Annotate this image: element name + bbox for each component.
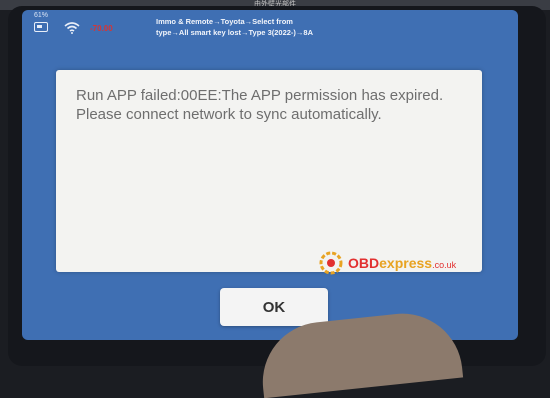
device-screen: 61% -70.00 Immo & Remote→Toyota→Select f…: [22, 10, 518, 340]
breadcrumb: Immo & Remote→Toyota→Select from type→Al…: [156, 16, 376, 38]
watermark-brand-c: .co.uk: [432, 260, 457, 270]
status-bar: 61% -70.00 Immo & Remote→Toyota→Select f…: [22, 10, 518, 58]
watermark-brand-b: express: [379, 255, 433, 271]
watermark-logo: OBDexpress.co.uk: [318, 248, 456, 278]
obdexpress-logo-icon: [319, 251, 343, 275]
wifi-icon: [64, 22, 80, 34]
error-dialog: Run APP failed:00EE:The APP permission h…: [56, 70, 482, 272]
ok-button[interactable]: OK: [220, 288, 328, 326]
battery-icon: [34, 22, 48, 32]
watermark-text: OBDexpress.co.uk: [348, 255, 456, 271]
signal-strength-text: -70.00: [90, 24, 113, 33]
watermark-brand-a: OBD: [348, 255, 380, 271]
battery-percent: 61%: [34, 12, 49, 19]
breadcrumb-line-1: Immo & Remote→Toyota→Select from: [156, 17, 293, 26]
error-message: Run APP failed:00EE:The APP permission h…: [76, 87, 444, 123]
breadcrumb-line-2: type→All smart key lost→Type 3(2022-)→8A: [156, 28, 313, 37]
